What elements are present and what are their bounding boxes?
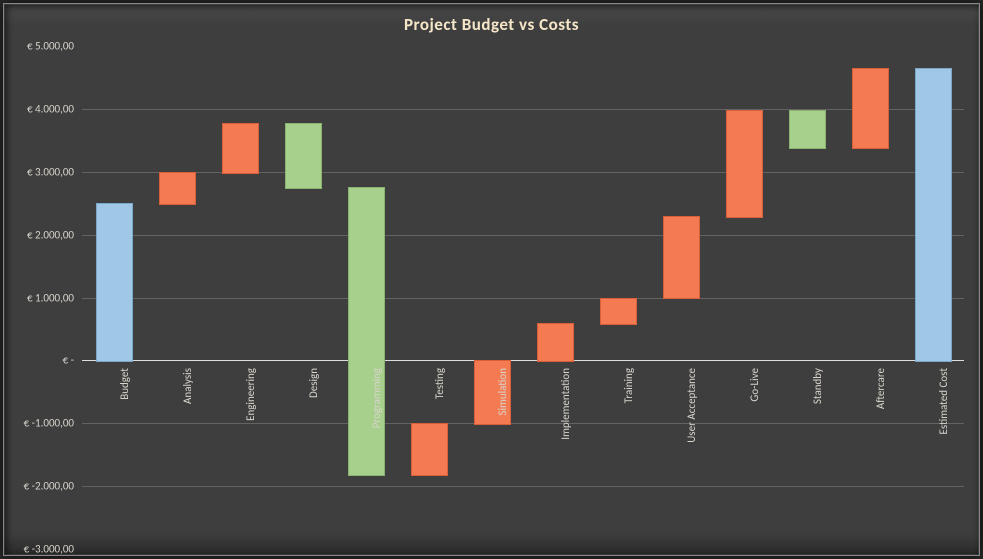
x-tick-label: Engineering: [244, 368, 257, 488]
x-tick-label: Programming: [370, 368, 383, 488]
axis-baseline: [82, 360, 964, 361]
gridline: [82, 172, 964, 173]
y-tick-label: € -2.000,00: [8, 480, 74, 493]
y-tick-label: € 1.000,00: [8, 291, 74, 304]
x-tick-label: Training: [622, 368, 635, 488]
x-tick-label: Budget: [118, 368, 131, 488]
x-tick-label: Go-Live: [748, 368, 761, 488]
gridline: [82, 109, 964, 110]
bar-estimated-cost: [915, 68, 952, 362]
bar-engineering: [222, 123, 259, 174]
chart-frame: Project Budget vs Costs € 5.000,00€ 4.00…: [3, 3, 980, 556]
x-tick-label: Testing: [433, 368, 446, 488]
bar-user-acceptance: [663, 216, 700, 300]
y-tick-label: € -: [8, 354, 74, 367]
bar-training: [600, 298, 637, 325]
bar-design: [285, 123, 322, 189]
y-tick-label: € -3.000,00: [8, 543, 74, 556]
y-tick-label: € -1.000,00: [8, 417, 74, 430]
x-tick-label: Estimated Cost: [937, 368, 950, 488]
y-tick-label: € 4.000,00: [8, 102, 74, 115]
bar-go-live: [726, 110, 763, 217]
bar-budget: [96, 203, 133, 362]
bar-aftercare: [852, 68, 889, 149]
y-tick-label: € 5.000,00: [8, 40, 74, 53]
bar-standby: [789, 110, 826, 148]
gridline: [82, 486, 964, 487]
plot-area: € 5.000,00 € 4.000,00 € 3.000,00 € 2.000,00…: [4, 4, 979, 555]
bar-analysis: [159, 172, 196, 205]
y-tick-label: € 2.000,00: [8, 228, 74, 241]
gridline: [82, 298, 964, 299]
gridline: [82, 423, 964, 424]
x-tick-label: User Acceptance: [685, 368, 698, 488]
gridline: [82, 235, 964, 236]
x-tick-label: Design: [307, 368, 320, 488]
x-tick-label: Implementation: [559, 368, 572, 488]
bar-implementation: [537, 323, 574, 363]
y-tick-label: € 3.000,00: [8, 165, 74, 178]
x-tick-label: Simulation: [496, 368, 509, 488]
x-tick-label: Standby: [811, 368, 824, 488]
x-tick-label: Analysis: [181, 368, 194, 488]
x-tick-label: Aftercare: [874, 368, 887, 488]
